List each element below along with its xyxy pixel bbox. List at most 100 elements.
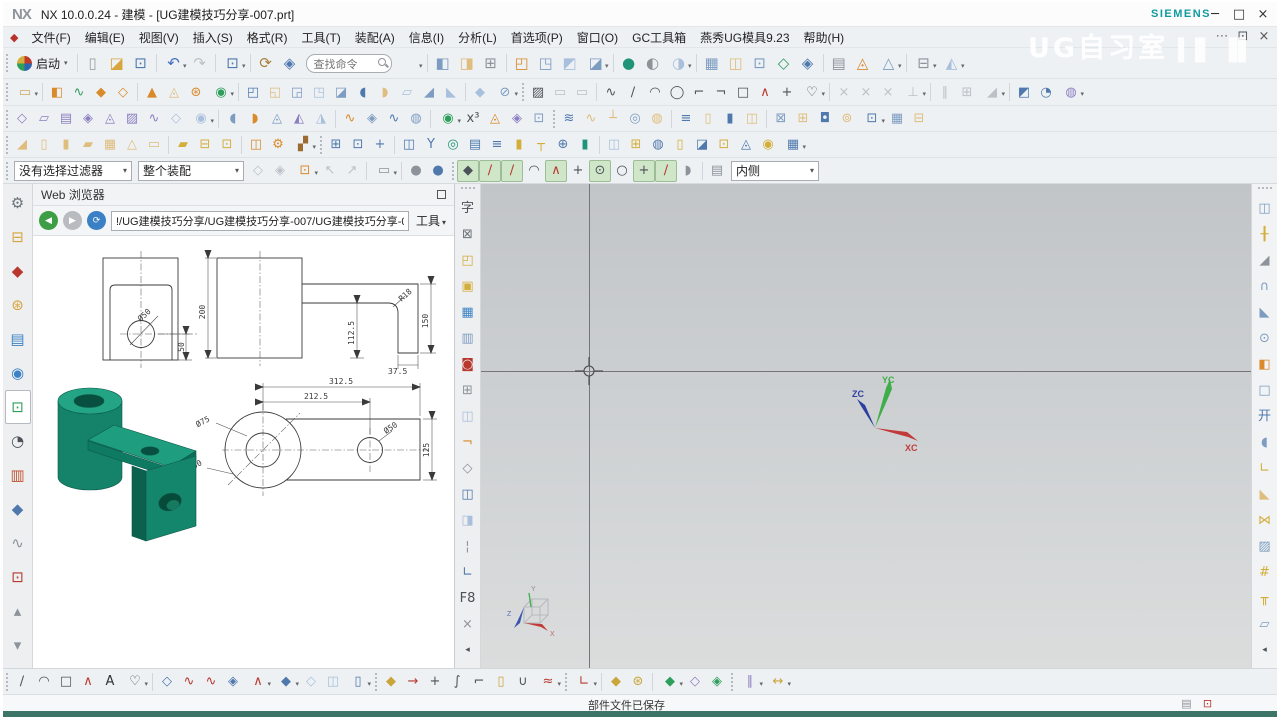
polyline-icon[interactable]: ∧ xyxy=(754,81,776,103)
toolbar-icon[interactable]: ▮ xyxy=(719,108,741,130)
toolbar-icon[interactable]: ◆ xyxy=(656,671,684,693)
toolbar-icon[interactable]: □ xyxy=(1254,377,1276,403)
toolbar-icon[interactable]: ▞ xyxy=(289,134,317,156)
toolbar-icon[interactable]: ∿ xyxy=(339,108,361,130)
shaded-view-icon[interactable]: ● xyxy=(617,51,641,75)
roles-icon[interactable]: ⚙ xyxy=(5,186,31,220)
toolbar-icon[interactable]: × xyxy=(877,81,899,103)
toolbar-icon[interactable]: ▭ xyxy=(549,81,571,103)
toolbar-icon[interactable]: ◫ xyxy=(398,134,420,156)
toolbar-icon[interactable]: ⌐ xyxy=(468,671,490,693)
toolbar-icon[interactable]: + xyxy=(369,134,391,156)
toolbar-icon[interactable]: ◫ xyxy=(457,403,479,429)
toolbar-icon[interactable]: ⊞ xyxy=(792,108,814,130)
line-icon[interactable]: ∕ xyxy=(622,81,644,103)
toolbar-icon[interactable]: ▱ xyxy=(396,81,418,103)
toolbar-icon[interactable]: ♡ xyxy=(121,671,149,693)
menu-assembly[interactable]: 装配(A) xyxy=(348,27,402,48)
toolbar-icon[interactable]: ◇ xyxy=(156,671,178,693)
toolbar-icon[interactable]: ◇ xyxy=(684,671,706,693)
expression-icon[interactable]: x³ xyxy=(462,108,484,130)
start-button[interactable]: 启动 xyxy=(11,51,74,75)
highlight-icon[interactable]: ● xyxy=(405,160,427,182)
close-icon[interactable]: × xyxy=(1255,6,1271,22)
toolbar-icon[interactable]: ▯ xyxy=(344,671,372,693)
profile-icon[interactable]: ∧ xyxy=(77,671,99,693)
toolbar-icon[interactable]: ≈ xyxy=(534,671,562,693)
toolbar-icon[interactable]: ∿ xyxy=(383,108,405,130)
toolbar-icon[interactable]: ¬ xyxy=(457,429,479,455)
toolbar-icon[interactable]: ◆ xyxy=(605,671,627,693)
minimize-icon[interactable]: ─ xyxy=(1207,6,1223,22)
toolbar-icon[interactable]: 开 xyxy=(1254,403,1276,429)
section-view-icon[interactable]: ◭ xyxy=(938,51,966,75)
toolbar-icon[interactable]: ◐ xyxy=(641,51,665,75)
open-icon[interactable]: ◪ xyxy=(105,51,129,75)
toolbar-icon[interactable]: ◈ xyxy=(222,671,244,693)
search-input[interactable] xyxy=(306,56,375,73)
toolbar-icon[interactable]: ¦ xyxy=(457,533,479,559)
toolbar-icon[interactable]: ◇ xyxy=(11,108,33,130)
menu-tools[interactable]: 工具(T) xyxy=(294,27,347,48)
toolbar-icon[interactable]: ⊥ xyxy=(899,81,927,103)
mirror-icon[interactable]: ◩ xyxy=(1013,81,1035,103)
toolbar-icon[interactable]: → xyxy=(402,671,424,693)
toolbar-icon[interactable]: ∥ xyxy=(934,81,956,103)
toolbar-icon[interactable]: ⊡ xyxy=(858,108,886,130)
toolbar-icon[interactable]: ▦ xyxy=(457,299,479,325)
search-icon[interactable] xyxy=(377,57,386,66)
clip-section-icon[interactable]: ▤ xyxy=(706,160,728,182)
toolbar-icon[interactable]: ≡ xyxy=(486,134,508,156)
toolbar-icon[interactable]: ◉ xyxy=(434,108,462,130)
toolbar-icon[interactable]: ⊞ xyxy=(457,377,479,403)
toolbar-icon[interactable]: ◬ xyxy=(484,108,506,130)
toolbar-icon[interactable]: ▰ xyxy=(77,134,99,156)
toolbar-icon[interactable]: ◢ xyxy=(1254,247,1276,273)
toolbar-icon[interactable]: ↗ xyxy=(341,160,363,182)
chamfer-icon[interactable]: ¬ xyxy=(710,81,732,103)
toolbar-icon[interactable]: ◎ xyxy=(442,134,464,156)
toolbar-icon[interactable]: ∿ xyxy=(200,671,222,693)
menu-yanxiu-mold[interactable]: 燕秀UG模具9.23 xyxy=(693,27,796,48)
snap-midpoint-icon[interactable]: ∕ xyxy=(501,159,523,182)
toolbar-icon[interactable]: ◬ xyxy=(99,108,121,130)
unite-icon[interactable]: ◰ xyxy=(242,81,264,103)
reuse-library-icon[interactable]: ▤ xyxy=(5,322,31,356)
toolbar-icon[interactable]: ┬ xyxy=(530,134,552,156)
toolbar-icon[interactable]: ⊞ xyxy=(325,134,347,156)
toolbar-icon[interactable]: × xyxy=(833,81,855,103)
toolbar-icon[interactable]: ◢ xyxy=(418,81,440,103)
selection-filter-select[interactable]: 没有选择过滤器 ▾ xyxy=(14,160,132,181)
toolbar-icon[interactable]: ▥ xyxy=(457,325,479,351)
toolbar-icon[interactable]: ╂ xyxy=(1254,221,1276,247)
rectangle-icon[interactable]: □ xyxy=(732,81,754,103)
toolbar-icon[interactable]: ▮ xyxy=(55,134,77,156)
toolbar-icon[interactable]: ◰ xyxy=(457,247,479,273)
toolbar-icon[interactable]: ◱ xyxy=(264,81,286,103)
constraint-navigator-icon[interactable]: ◆ xyxy=(5,254,31,288)
rotate-view-icon[interactable]: ⟳ xyxy=(254,51,278,75)
toolbar-icon[interactable]: ▦ xyxy=(99,134,121,156)
snap-point-icon[interactable]: ◆ xyxy=(457,159,479,182)
f8-view-icon[interactable]: F8 xyxy=(457,585,479,611)
toolbar-icon[interactable]: ▦ xyxy=(886,108,908,130)
toolbar-icon[interactable]: ⊡ xyxy=(216,134,238,156)
key-icon[interactable]: ◆ xyxy=(380,671,402,693)
toolbar-icon[interactable]: ◳ xyxy=(534,51,558,75)
view-cube-icon[interactable]: ◨ xyxy=(455,51,479,75)
toolbar-icon[interactable]: ▦ xyxy=(779,134,807,156)
toolbar-icon[interactable]: ◇ xyxy=(247,160,269,182)
redo-icon[interactable]: ↷ xyxy=(188,51,212,75)
toolbar-icon[interactable]: ◪ xyxy=(582,51,610,75)
toolbar-icon[interactable]: ▮ xyxy=(574,134,596,156)
toolbar-icon[interactable]: ∿ xyxy=(580,108,602,130)
toolbar-icon[interactable]: △ xyxy=(121,134,143,156)
toolbar-icon[interactable]: ◫ xyxy=(741,108,763,130)
menu-format[interactable]: 格式(R) xyxy=(240,27,295,48)
toolbar-icon[interactable]: ∫ xyxy=(446,671,468,693)
mdi-close-icon[interactable]: × xyxy=(1257,29,1271,43)
web-browser-icon[interactable]: ⊡ xyxy=(4,390,31,424)
rect-select-icon[interactable]: ▭ xyxy=(370,160,398,182)
circle-icon[interactable]: ◯ xyxy=(666,81,688,103)
toolbar-icon[interactable]: ∟ xyxy=(1254,455,1276,481)
